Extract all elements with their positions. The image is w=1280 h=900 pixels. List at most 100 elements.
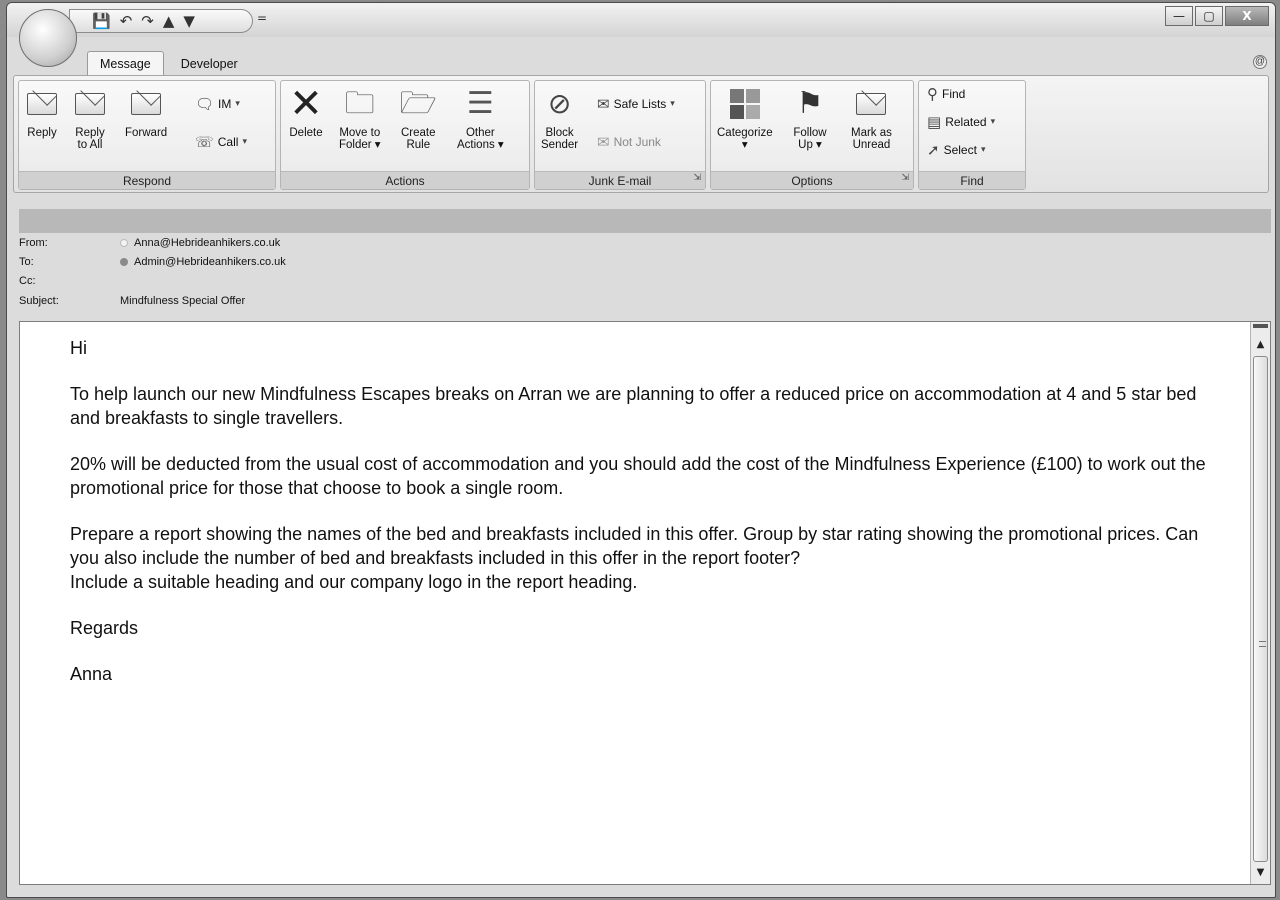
closing: Regards xyxy=(70,618,139,638)
redo-icon[interactable]: ↷ xyxy=(141,13,154,29)
find-button[interactable]: ⚲ Find xyxy=(927,85,965,103)
reply-all-label-1: Reply xyxy=(75,127,105,139)
categorize-icon xyxy=(728,87,762,121)
related-icon: ▤ xyxy=(927,113,942,131)
signature: Anna xyxy=(70,664,113,684)
select-button[interactable]: ➚ Select ▾ xyxy=(927,141,985,159)
find-group: ⚲ Find ▤ Related ▾ ➚ Select ▾ Find xyxy=(918,80,1026,190)
find-group-label: Find xyxy=(919,171,1025,189)
help-icon[interactable]: @ xyxy=(1253,55,1267,69)
actions-group: ✕ Delete 🗀 Move to Folder ▾ 🗁 Create Rul… xyxy=(280,80,530,190)
tab-message[interactable]: Message xyxy=(87,51,164,75)
subject-value: Mindfulness Special Offer xyxy=(120,295,246,307)
related-button[interactable]: ▤ Related ▾ xyxy=(927,113,995,131)
delete-button[interactable]: ✕ Delete xyxy=(289,84,323,139)
actions-group-label: Actions xyxy=(281,171,529,189)
junk-email-group-label: Junk E-mail ⇲ xyxy=(535,171,705,189)
block-sender-button[interactable]: ⊘ Block Sender xyxy=(541,87,579,152)
presence-icon xyxy=(120,258,128,266)
im-button[interactable]: 🗨 IM ▾ xyxy=(195,95,240,113)
not-junk-button[interactable]: ✉ Not Junk xyxy=(597,133,661,151)
not-junk-label: Not Junk xyxy=(613,135,661,149)
follow-label-1: Follow xyxy=(793,127,827,139)
im-icon: 🗨 xyxy=(195,95,215,113)
create-label-2: Rule xyxy=(406,139,431,151)
close-button[interactable]: X xyxy=(1225,6,1269,26)
follow-label-2: Up ▾ xyxy=(798,139,822,151)
minimize-button[interactable]: — xyxy=(1165,6,1193,26)
save-icon[interactable]: 💾 xyxy=(92,13,111,29)
from-label: From: xyxy=(19,237,48,249)
block-label-2: Sender xyxy=(541,139,579,151)
forward-icon xyxy=(129,87,163,121)
cursor-icon: ➚ xyxy=(927,141,940,159)
reply-all-label-2: to All xyxy=(77,139,103,151)
respond-group: Reply Reply to All Forward 🗨 IM ▾ ☏ Call… xyxy=(18,80,276,190)
flag-icon: ⚑ xyxy=(796,86,824,121)
next-item-icon[interactable]: ▼ xyxy=(183,13,195,29)
paragraph-1: To help launch our new Mindfulness Escap… xyxy=(70,384,1197,428)
junk-email-group: ⊘ Block Sender ✉ Safe Lists ▾ ✉ Not Junk… xyxy=(534,80,706,190)
move-to-folder-icon: 🗀 xyxy=(344,86,375,121)
paragraph-4: Include a suitable heading and our compa… xyxy=(70,572,638,592)
other-actions-icon: ☰ xyxy=(466,86,494,121)
safe-lists-button[interactable]: ✉ Safe Lists ▾ xyxy=(597,95,675,113)
to-value[interactable]: Admin@Hebrideanhikers.co.uk xyxy=(120,256,286,268)
scroll-thumb[interactable] xyxy=(1253,356,1268,862)
from-value[interactable]: Anna@Hebrideanhikers.co.uk xyxy=(120,237,280,249)
move-label-1: Move to xyxy=(339,127,381,139)
office-button[interactable] xyxy=(19,9,77,67)
binoculars-icon: ⚲ xyxy=(927,85,938,103)
greeting: Hi xyxy=(70,338,87,358)
categorize-label: Categorize xyxy=(717,127,773,139)
chevron-down-icon: ▾ xyxy=(235,99,240,109)
previous-item-icon[interactable]: ▲ xyxy=(163,13,175,29)
maximize-button[interactable]: ▢ xyxy=(1195,6,1223,26)
paragraph-3: Prepare a report showing the names of th… xyxy=(70,524,1199,568)
outlook-message-window: 💾 ↶ ↷ ▲ ▼ = — ▢ X Message Developer @ Re… xyxy=(6,2,1276,898)
customize-toolbar-icon[interactable]: = xyxy=(257,11,267,25)
window-controls: — ▢ X xyxy=(1165,6,1269,26)
categorize-button[interactable]: Categorize ▾ xyxy=(717,87,773,151)
options-group-label: Options ⇲ xyxy=(711,171,913,189)
paragraph-2: 20% will be deducted from the usual cost… xyxy=(70,454,1206,498)
chevron-down-icon: ▾ xyxy=(980,145,986,155)
undo-icon[interactable]: ↶ xyxy=(120,13,133,29)
options-group: Categorize ▾ ⚑ Follow Up ▾ Mark as Unrea… xyxy=(710,80,914,190)
reply-all-button[interactable]: Reply to All xyxy=(73,87,107,151)
create-label-1: Create xyxy=(401,127,436,139)
other-actions-button[interactable]: ☰ Other Actions ▾ xyxy=(457,86,504,152)
safe-lists-label: Safe Lists xyxy=(613,97,667,111)
vertical-scrollbar[interactable]: ▲ ▼ xyxy=(1250,322,1270,884)
grip-icon xyxy=(1259,641,1266,647)
select-label: Select xyxy=(943,143,977,157)
to-label: To: xyxy=(19,256,34,268)
reply-all-icon xyxy=(73,87,107,121)
tab-developer[interactable]: Developer xyxy=(168,51,251,75)
dialog-launcher-icon[interactable]: ⇲ xyxy=(693,168,701,186)
create-rule-icon: 🗁 xyxy=(399,86,437,121)
forward-button[interactable]: Forward xyxy=(125,87,167,139)
reply-button[interactable]: Reply xyxy=(25,87,59,139)
other-label-2: Actions ▾ xyxy=(457,139,504,151)
phone-icon: ☏ xyxy=(195,133,214,151)
chevron-down-icon: ▾ xyxy=(670,99,675,109)
scroll-down-icon[interactable]: ▼ xyxy=(1251,864,1270,882)
split-handle[interactable] xyxy=(1253,324,1268,328)
follow-up-button[interactable]: ⚑ Follow Up ▾ xyxy=(793,86,827,152)
call-button[interactable]: ☏ Call ▾ xyxy=(195,133,247,151)
not-junk-icon: ✉ xyxy=(597,133,610,151)
find-label: Find xyxy=(942,87,966,101)
im-label: IM xyxy=(218,97,232,111)
scroll-up-icon[interactable]: ▲ xyxy=(1251,336,1270,354)
chevron-down-icon: ▾ xyxy=(741,139,748,151)
info-bar xyxy=(19,209,1271,233)
message-body[interactable]: Hi To help launch our new Mindfulness Es… xyxy=(19,321,1271,885)
forward-label: Forward xyxy=(125,127,168,139)
block-label-1: Block xyxy=(545,127,574,139)
chevron-down-icon: ▾ xyxy=(242,137,247,147)
mark-as-unread-button[interactable]: Mark as Unread xyxy=(851,87,892,151)
create-rule-button[interactable]: 🗁 Create Rule xyxy=(399,86,437,152)
move-to-folder-button[interactable]: 🗀 Move to Folder ▾ xyxy=(339,86,381,152)
dialog-launcher-icon[interactable]: ⇲ xyxy=(901,168,909,186)
